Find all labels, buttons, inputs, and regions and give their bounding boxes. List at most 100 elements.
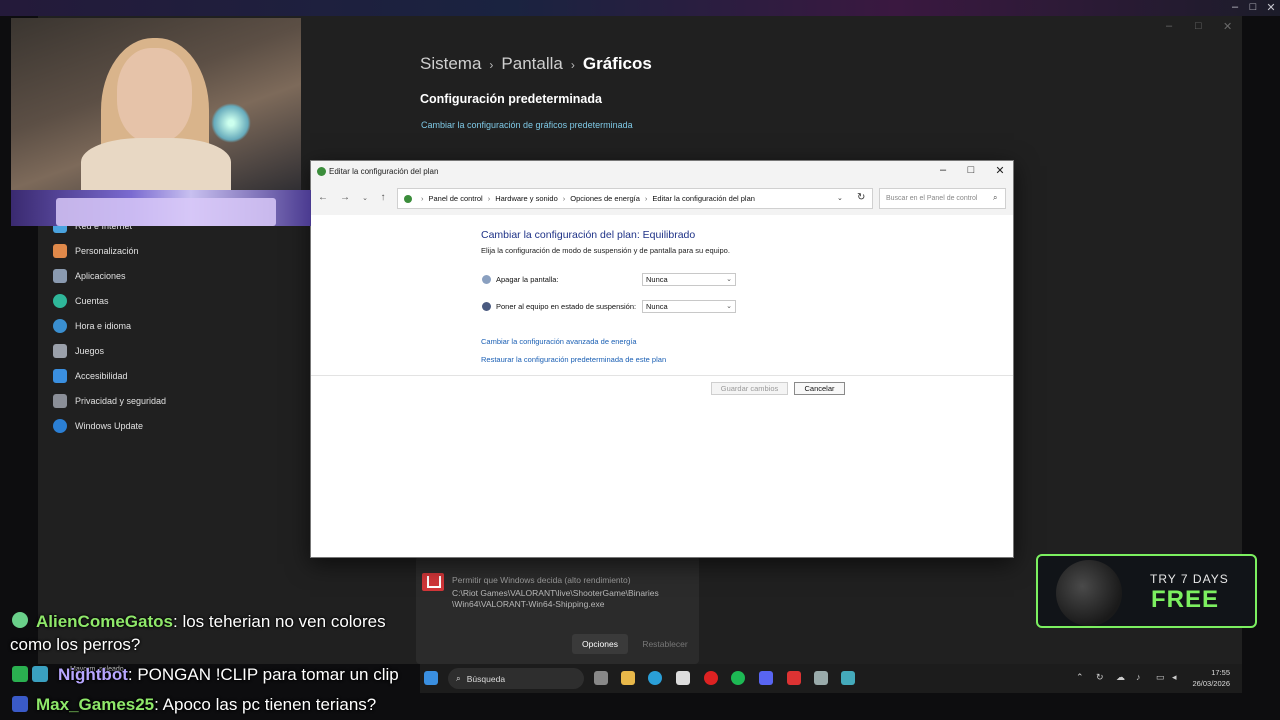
minimize-icon[interactable]: – — [1226, 1, 1244, 13]
advanced-power-settings-link[interactable]: Cambiar la configuración avanzada de ene… — [481, 337, 637, 346]
person-icon — [53, 294, 67, 308]
clock-date[interactable]: 26/03/2026 — [1180, 679, 1230, 688]
microphone-icon[interactable]: ♪ — [1136, 672, 1141, 682]
refresh-icon[interactable]: ↻ — [857, 192, 865, 203]
windows-start-icon[interactable] — [424, 671, 438, 685]
sidebar-item-privacy[interactable]: Privacidad y seguridad — [53, 391, 166, 411]
brush-icon — [53, 244, 67, 258]
chat-message-cont: como los perros? — [10, 635, 141, 654]
store-icon[interactable] — [676, 671, 690, 685]
volume-icon[interactable]: ◂ — [1172, 672, 1177, 683]
section-title: Configuración predeterminada — [420, 92, 602, 106]
globe-icon — [1056, 560, 1122, 626]
restore-defaults-link[interactable]: Restaurar la configuración predeterminad… — [481, 355, 666, 364]
promo-overlay: TRY 7 DAYS FREE — [1036, 554, 1257, 628]
settings-maximize-icon[interactable]: □ — [1195, 20, 1202, 32]
maximize-icon[interactable]: □ — [1244, 1, 1262, 13]
opera-icon[interactable] — [704, 671, 718, 685]
graphics-app-card: Permitir que Windows decida (alto rendim… — [416, 556, 699, 664]
sidebar-item-gaming[interactable]: Juegos — [53, 341, 104, 361]
back-arrow-icon[interactable]: ← — [317, 192, 329, 203]
sidebar-item-accounts[interactable]: Cuentas — [53, 291, 109, 311]
cancel-button[interactable]: Cancelar — [794, 382, 845, 395]
chevron-down-icon: ⌄ — [726, 276, 732, 283]
chat-text: PONGAN !CLIP para tomar un clip — [137, 665, 399, 684]
clock-time[interactable]: 17:55 — [1186, 668, 1230, 677]
plan-heading: Cambiar la configuración del plan: Equil… — [481, 229, 696, 241]
reset-button[interactable]: Restablecer — [636, 634, 694, 654]
address-crumb[interactable]: Hardware y sonido — [495, 194, 558, 203]
address-dropdown-icon[interactable]: ⌄ — [837, 194, 843, 202]
dialog-minimize-icon[interactable]: – — [935, 164, 951, 176]
select-value: Nunca — [646, 275, 668, 284]
breadcrumb-pantalla[interactable]: Pantalla — [501, 54, 562, 73]
chevron-down-icon: ⌄ — [726, 303, 732, 310]
moon-icon — [482, 302, 491, 311]
bot-badge-icon — [32, 666, 48, 682]
options-button[interactable]: Opciones — [572, 634, 628, 654]
dialog-title: Editar la configuración del plan — [329, 167, 439, 176]
dialog-navbar: ← → ⌄ ↑ › Panel de control › Hardware y … — [311, 183, 1013, 215]
change-default-graphics-link[interactable]: Cambiar la configuración de gráficos pre… — [421, 120, 633, 130]
divider — [311, 375, 1013, 376]
breadcrumb-graficos: Gráficos — [582, 54, 652, 73]
spotify-icon[interactable] — [731, 671, 745, 685]
sidebar-item-label: Windows Update — [75, 421, 144, 431]
save-changes-button[interactable]: Guardar cambios — [711, 382, 788, 395]
taskbar-search-placeholder: Búsqueda — [466, 673, 506, 684]
dialog-maximize-icon[interactable]: □ — [963, 164, 979, 176]
chevron-right-icon: › — [421, 194, 424, 203]
settings-close-icon[interactable]: ✕ — [1223, 20, 1232, 33]
chat-username: Nightbot — [58, 665, 128, 684]
chat-badge-icon — [12, 696, 28, 712]
up-arrow-icon[interactable]: ↑ — [377, 192, 389, 203]
select-value: Nunca — [646, 302, 668, 311]
chevron-right-icon: › — [562, 194, 566, 203]
streamer-face — [117, 48, 192, 143]
settings-minimize-icon[interactable]: – — [1166, 20, 1172, 32]
control-panel-search-input[interactable]: Buscar en el Panel de control — [879, 188, 1006, 209]
address-crumb[interactable]: Opciones de energía — [570, 194, 640, 203]
cloud-icon[interactable]: ☁ — [1116, 672, 1125, 683]
address-crumb[interactable]: Panel de control — [429, 194, 483, 203]
file-explorer-icon[interactable] — [621, 671, 635, 685]
breadcrumb-sistema[interactable]: Sistema — [420, 54, 481, 73]
sidebar-item-time-language[interactable]: Hora e idioma — [53, 316, 131, 336]
forward-arrow-icon[interactable]: → — [339, 192, 351, 203]
accessibility-icon — [53, 369, 67, 383]
sidebar-item-personalization[interactable]: Personalización — [53, 241, 139, 261]
sidebar-item-apps[interactable]: Aplicaciones — [53, 266, 126, 286]
sleep-select[interactable]: Nunca ⌄ — [642, 300, 736, 313]
app-path: C:\Riot Games\VALORANT\live\ShooterGame\… — [452, 588, 659, 598]
headset-glow — [211, 103, 251, 143]
taskbar: ⌕ Búsqueda ⌃ ↻ ☁ ♪ ▭ ◂ 17:55 26/03/2026 — [420, 664, 1242, 693]
address-crumb[interactable]: Editar la configuración del plan — [652, 194, 755, 203]
valorant-icon — [422, 573, 444, 591]
chevron-up-icon[interactable]: ⌃ — [1076, 672, 1084, 683]
sync-icon[interactable]: ↻ — [1096, 672, 1104, 683]
close-icon[interactable]: ✕ — [1262, 1, 1280, 14]
control-panel-taskbar-icon[interactable] — [841, 671, 855, 685]
chat-text: Apoco las pc tienen terians? — [162, 695, 377, 714]
shield-icon — [53, 394, 67, 408]
valorant-taskbar-icon[interactable] — [787, 671, 801, 685]
task-view-icon[interactable] — [594, 671, 608, 685]
taskbar-search-input[interactable]: ⌕ Búsqueda — [448, 668, 584, 689]
network-icon[interactable]: ▭ — [1156, 672, 1165, 683]
chat-message: Nightbot: PONGAN !CLIP para tomar un cli… — [58, 665, 399, 684]
chevron-right-icon: › — [489, 58, 494, 72]
turn-off-display-select[interactable]: Nunca ⌄ — [642, 273, 736, 286]
dialog-close-icon[interactable]: ✕ — [992, 164, 1008, 177]
chevron-down-icon[interactable]: ⌄ — [359, 194, 371, 202]
webcam-frame-banner — [56, 198, 276, 226]
promo-free-text: FREE — [1151, 586, 1220, 613]
edge-icon[interactable] — [648, 671, 662, 685]
discord-icon[interactable] — [759, 671, 773, 685]
chat-message: Max_Games25: Apoco las pc tienen terians… — [36, 695, 377, 714]
sidebar-item-windows-update[interactable]: Windows Update — [53, 416, 143, 436]
chat-username: Max_Games25 — [36, 695, 155, 714]
address-bar[interactable]: › Panel de control › Hardware y sonido ›… — [397, 188, 873, 209]
settings-gear-icon[interactable] — [814, 671, 828, 685]
sidebar-item-accessibility[interactable]: Accesibilidad — [53, 366, 128, 386]
search-icon[interactable]: ⌕ — [993, 193, 997, 203]
